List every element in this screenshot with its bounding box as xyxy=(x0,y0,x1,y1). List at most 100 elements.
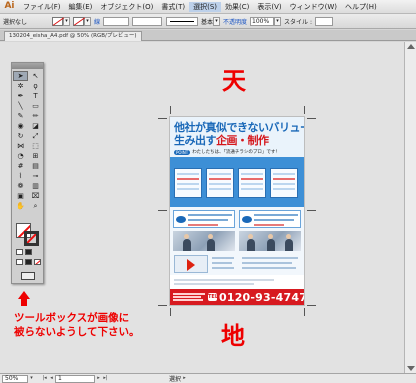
artboard[interactable]: 他社が真似できないバリューを 生み出す企画・制作 POINT わたしたちは、「流… xyxy=(169,116,305,306)
rectangle-tool-icon[interactable]: ▭ xyxy=(28,101,43,111)
person-head xyxy=(248,234,253,239)
shape-builder-tool-icon[interactable]: ◔ xyxy=(13,151,28,161)
flyer-point-badge: POINT xyxy=(174,149,191,155)
direct-selection-tool-icon[interactable]: ↖ xyxy=(28,71,43,81)
fill-stroke-widget[interactable] xyxy=(16,223,40,247)
menu-view[interactable]: 表示(V) xyxy=(253,2,285,12)
lasso-tool-icon[interactable]: ϙ xyxy=(28,81,43,91)
text-line xyxy=(212,262,232,264)
line-tool-icon[interactable]: ╲ xyxy=(13,101,28,111)
pencil-tool-icon[interactable]: ✏ xyxy=(28,111,43,121)
tool-grid: ➤ ↖ ✲ ϙ ✒ T ╲ ▭ ✎ ✏ ◉ ◪ ↻ ⤢ ⋈ ⬚ ◔ ⊞ # ▤ … xyxy=(12,69,43,211)
zoom-dropdown-icon[interactable]: ▾ xyxy=(28,375,35,383)
crop-mark xyxy=(307,210,316,211)
gradient-tool-icon[interactable]: ▤ xyxy=(28,161,43,171)
menu-type[interactable]: 書式(T) xyxy=(157,2,189,12)
status-menu-icon[interactable]: ▸ xyxy=(181,375,188,383)
default-fill-stroke-icon[interactable] xyxy=(16,249,23,255)
symbol-sprayer-tool-icon[interactable]: ❁ xyxy=(13,181,28,191)
zoom-tool-icon[interactable]: ⌕ xyxy=(28,201,43,211)
scroll-up-icon[interactable] xyxy=(407,44,415,49)
graphic-style-swatch[interactable] xyxy=(314,16,333,26)
hand-tool-icon[interactable]: ✋ xyxy=(13,201,28,211)
menu-window[interactable]: ウィンドウ(W) xyxy=(286,2,341,12)
paintbrush-tool-icon[interactable]: ✎ xyxy=(13,111,28,121)
menu-edit[interactable]: 編集(E) xyxy=(65,2,97,12)
text-line xyxy=(209,183,231,185)
artboard-tool-icon[interactable]: ▣ xyxy=(13,191,28,201)
width-tool-icon[interactable]: ⋈ xyxy=(13,141,28,151)
magic-wand-tool-icon[interactable]: ✲ xyxy=(13,81,28,91)
menu-effect[interactable]: 効果(C) xyxy=(221,2,253,12)
opacity-dropdown-icon[interactable]: ▾ xyxy=(274,16,282,26)
free-transform-tool-icon[interactable]: ⬚ xyxy=(28,141,43,151)
stroke-weight-field[interactable] xyxy=(103,16,130,26)
stroke-preview[interactable] xyxy=(166,16,199,26)
pill-icon xyxy=(242,216,252,223)
menu-file[interactable]: ファイル(F) xyxy=(19,2,65,12)
gradient-mode-icon[interactable] xyxy=(25,259,32,265)
pill-icon xyxy=(176,216,186,223)
selection-tool-icon[interactable]: ➤ xyxy=(13,71,28,81)
fill-swatch[interactable] xyxy=(52,16,63,26)
screen-mode-icon[interactable] xyxy=(21,272,35,280)
text-line xyxy=(273,188,295,190)
brush-style-label: 基本 xyxy=(201,18,214,26)
document-tab[interactable]: 130204_eisha_A4.pdf @ 50% (RGB/プレビュー) xyxy=(4,31,142,41)
scale-tool-icon[interactable]: ⤢ xyxy=(28,131,43,141)
text-line xyxy=(209,178,231,180)
flyer-header: 他社が真似できないバリューを 生み出す企画・制作 POINT わたしたちは、「流… xyxy=(170,117,304,157)
menu-select[interactable]: 選択(S) xyxy=(189,1,222,12)
blob-brush-tool-icon[interactable]: ◉ xyxy=(13,121,28,131)
flyer-headline-2b: 企画・制作 xyxy=(216,134,269,147)
mesh-tool-icon[interactable]: # xyxy=(13,161,28,171)
brush-dropdown-icon[interactable]: ▾ xyxy=(213,16,221,26)
first-page-icon[interactable]: |◂ xyxy=(41,375,48,383)
person-figure xyxy=(285,239,293,251)
eyedropper-tool-icon[interactable]: ⌇ xyxy=(13,171,28,181)
rotate-tool-icon[interactable]: ↻ xyxy=(13,131,28,141)
prev-page-icon[interactable]: ◂ xyxy=(48,375,55,383)
last-page-icon[interactable]: ▸| xyxy=(102,375,109,383)
service-card xyxy=(239,210,301,228)
person-figure xyxy=(183,239,191,251)
variable-width-field[interactable] xyxy=(132,16,163,26)
vertical-scrollbar[interactable] xyxy=(404,42,416,373)
text-line xyxy=(173,293,205,295)
text-line xyxy=(212,267,234,269)
instruction-note: ツールボックスが画像に 被らないようして下さい。 xyxy=(14,311,184,339)
type-tool-icon[interactable]: T xyxy=(28,91,43,101)
menu-object[interactable]: オブジェクト(O) xyxy=(96,2,157,12)
person-figure xyxy=(267,239,275,251)
pen-tool-icon[interactable]: ✒ xyxy=(13,91,28,101)
none-mode-icon[interactable] xyxy=(34,259,41,265)
flyer-headline-2: 生み出す企画・制作 xyxy=(174,132,269,148)
toolbox-panel[interactable]: ➤ ↖ ✲ ϙ ✒ T ╲ ▭ ✎ ✏ ◉ ◪ ↻ ⤢ ⋈ ⬚ ◔ ⊞ # ▤ … xyxy=(11,62,44,284)
stroke-none-icon[interactable] xyxy=(24,231,39,246)
text-line xyxy=(254,224,284,226)
next-page-icon[interactable]: ▸ xyxy=(95,375,102,383)
top-label: 天 xyxy=(222,66,246,95)
slice-tool-icon[interactable]: ⌧ xyxy=(28,191,43,201)
color-mode-icon[interactable] xyxy=(16,259,23,265)
scroll-down-icon[interactable] xyxy=(407,366,415,371)
eraser-tool-icon[interactable]: ◪ xyxy=(28,121,43,131)
opacity-link[interactable]: 不透明度 xyxy=(223,17,247,26)
swap-fill-stroke-icon[interactable] xyxy=(25,249,32,255)
current-tool-label: 選択 xyxy=(169,376,182,383)
page-field[interactable]: 1 xyxy=(55,374,95,383)
opacity-field[interactable]: 100% xyxy=(250,16,275,26)
red-arrow-stem xyxy=(21,298,27,306)
stroke-swatch[interactable] xyxy=(73,16,84,26)
perspective-grid-tool-icon[interactable]: ⊞ xyxy=(28,151,43,161)
blend-tool-icon[interactable]: ⊸ xyxy=(28,171,43,181)
flyer-tagline: わたしたちは、「流通チラシのプロ」です！ xyxy=(192,150,280,155)
zoom-field[interactable]: 50% xyxy=(2,374,28,383)
stroke-link[interactable]: 線 xyxy=(94,17,100,26)
text-line xyxy=(177,183,199,185)
text-line xyxy=(174,283,254,285)
menu-help[interactable]: ヘルプ(H) xyxy=(341,2,381,12)
text-line xyxy=(173,296,201,298)
column-graph-tool-icon[interactable]: ▥ xyxy=(28,181,43,191)
color-mode-row xyxy=(16,259,41,265)
